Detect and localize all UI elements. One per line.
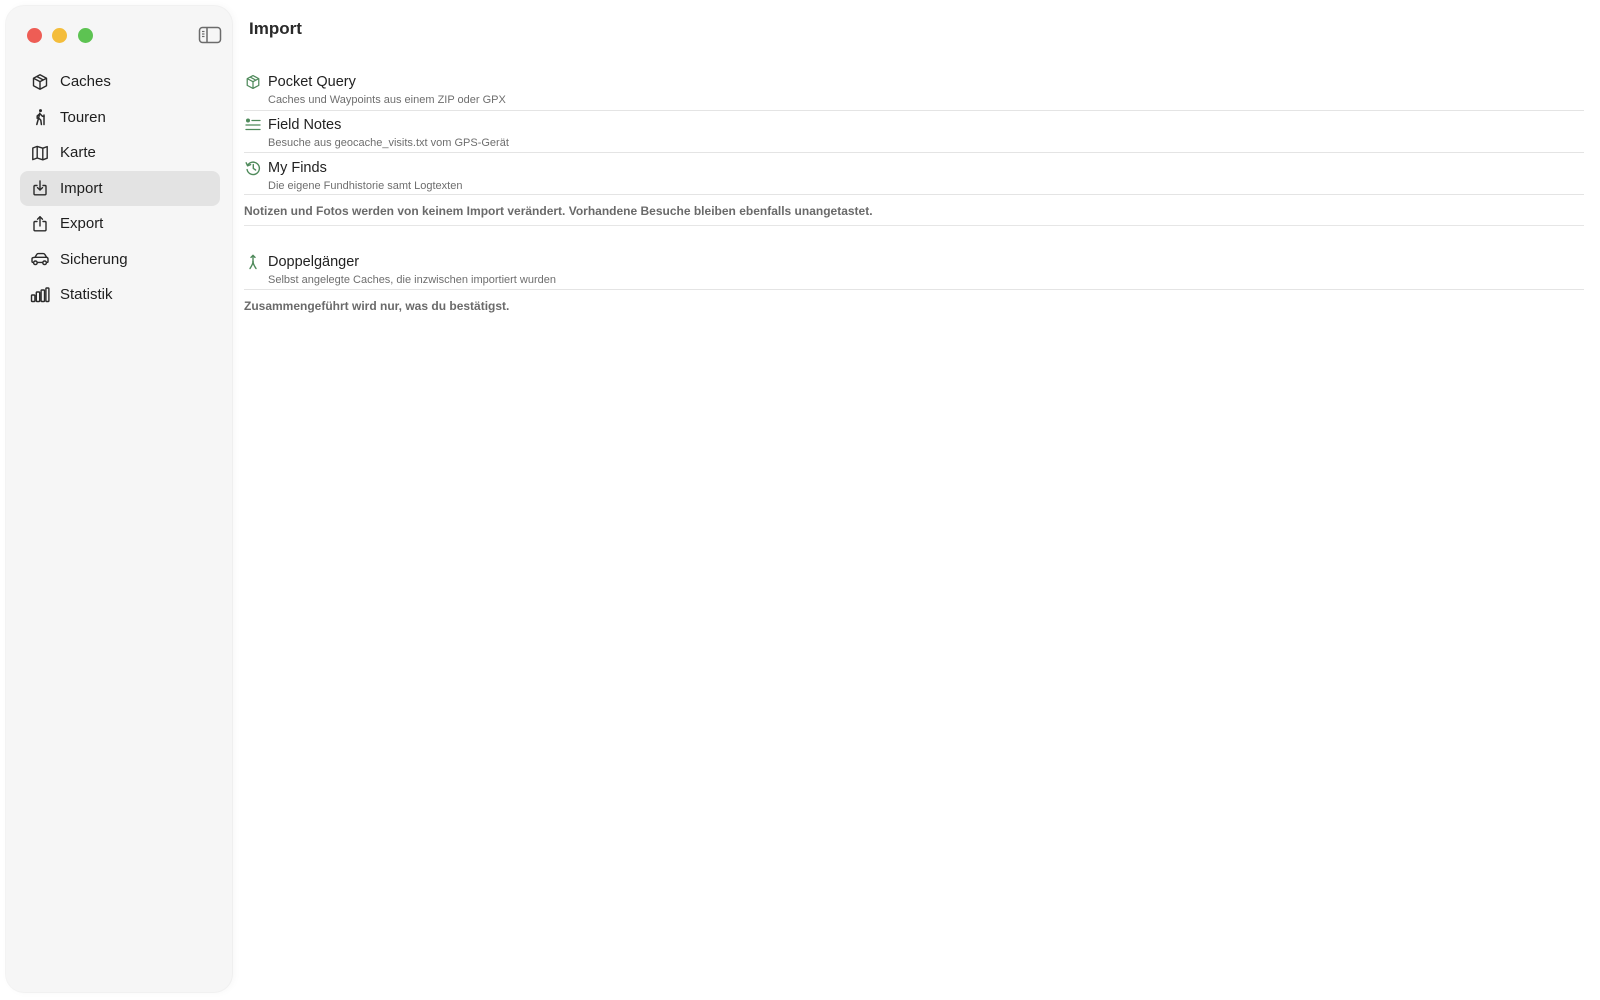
sidebar-item-label: Statistik xyxy=(60,286,113,303)
close-button[interactable] xyxy=(27,28,42,43)
row-title: Doppelgänger xyxy=(268,254,360,270)
sidebar-item-label: Export xyxy=(60,215,104,232)
import-row-pocket-query[interactable]: Pocket Query Caches und Waypoints aus ei… xyxy=(244,72,1584,111)
checklist-icon xyxy=(245,117,261,133)
sidebar-item-label: Import xyxy=(60,179,103,197)
cube-icon xyxy=(245,74,261,90)
sidebar-item-import[interactable]: Import xyxy=(20,170,220,206)
row-subtitle: Caches und Waypoints aus einem ZIP oder … xyxy=(268,94,506,106)
sidebar-item-label: Touren xyxy=(60,108,106,126)
sidebar-item-statistik[interactable]: Statistik xyxy=(20,277,220,312)
merge-row-doppelganger[interactable]: Doppelgänger Selbst angelegte Caches, di… xyxy=(244,252,1584,290)
sidebar-item-touren[interactable]: Touren xyxy=(20,100,220,135)
row-title: Field Notes xyxy=(268,117,342,133)
main-content: Import Pocket Query Caches und Waypoints… xyxy=(244,0,1600,1000)
import-row-my-finds[interactable]: My Finds Die eigene Fundhistorie samt Lo… xyxy=(244,158,1584,195)
bar-chart-icon xyxy=(30,285,50,305)
sidebar-toggle-button[interactable] xyxy=(198,25,222,45)
row-title: Pocket Query xyxy=(268,74,356,90)
maximize-button[interactable] xyxy=(78,28,93,43)
page-title: Import xyxy=(249,19,302,38)
sidebar-left-icon xyxy=(198,26,222,44)
minimize-button[interactable] xyxy=(52,28,67,43)
merge-icon xyxy=(245,254,261,270)
row-subtitle: Die eigene Fundhistorie samt Logtexten xyxy=(268,180,463,192)
sidebar-item-caches[interactable]: Caches xyxy=(20,64,220,99)
import-footnote: Notizen und Fotos werden von keinem Impo… xyxy=(244,204,873,218)
sidebar-item-label: Caches xyxy=(60,73,111,90)
row-subtitle: Besuche aus geocache_visits.txt vom GPS-… xyxy=(268,137,509,149)
row-title: My Finds xyxy=(268,160,327,176)
sidebar-item-label: Sicherung xyxy=(60,250,128,268)
history-icon xyxy=(245,160,261,176)
sidebar-item-label: Karte xyxy=(60,144,96,161)
sidebar-item-export[interactable]: Export xyxy=(20,206,220,241)
sidebar-item-karte[interactable]: Karte xyxy=(20,135,220,170)
map-icon xyxy=(30,143,50,163)
row-subtitle: Selbst angelegte Caches, die inzwischen … xyxy=(268,274,556,286)
merge-footnote: Zusammengeführt wird nur, was du bestäti… xyxy=(244,299,510,313)
sidebar-nav: Caches Touren Karte Import Export Sicher… xyxy=(20,64,220,313)
section-divider xyxy=(244,225,1584,226)
sidebar-item-sicherung[interactable]: Sicherung xyxy=(20,242,220,277)
tray-arrow-down-icon xyxy=(30,178,50,198)
sidebar: Caches Touren Karte Import Export Sicher… xyxy=(6,6,232,992)
cube-icon xyxy=(30,72,50,92)
app-window: Caches Touren Karte Import Export Sicher… xyxy=(0,0,1600,1000)
import-row-field-notes[interactable]: Field Notes Besuche aus geocache_visits.… xyxy=(244,115,1584,153)
share-icon xyxy=(30,214,50,234)
hiker-icon xyxy=(30,107,50,127)
car-icon xyxy=(30,249,50,269)
